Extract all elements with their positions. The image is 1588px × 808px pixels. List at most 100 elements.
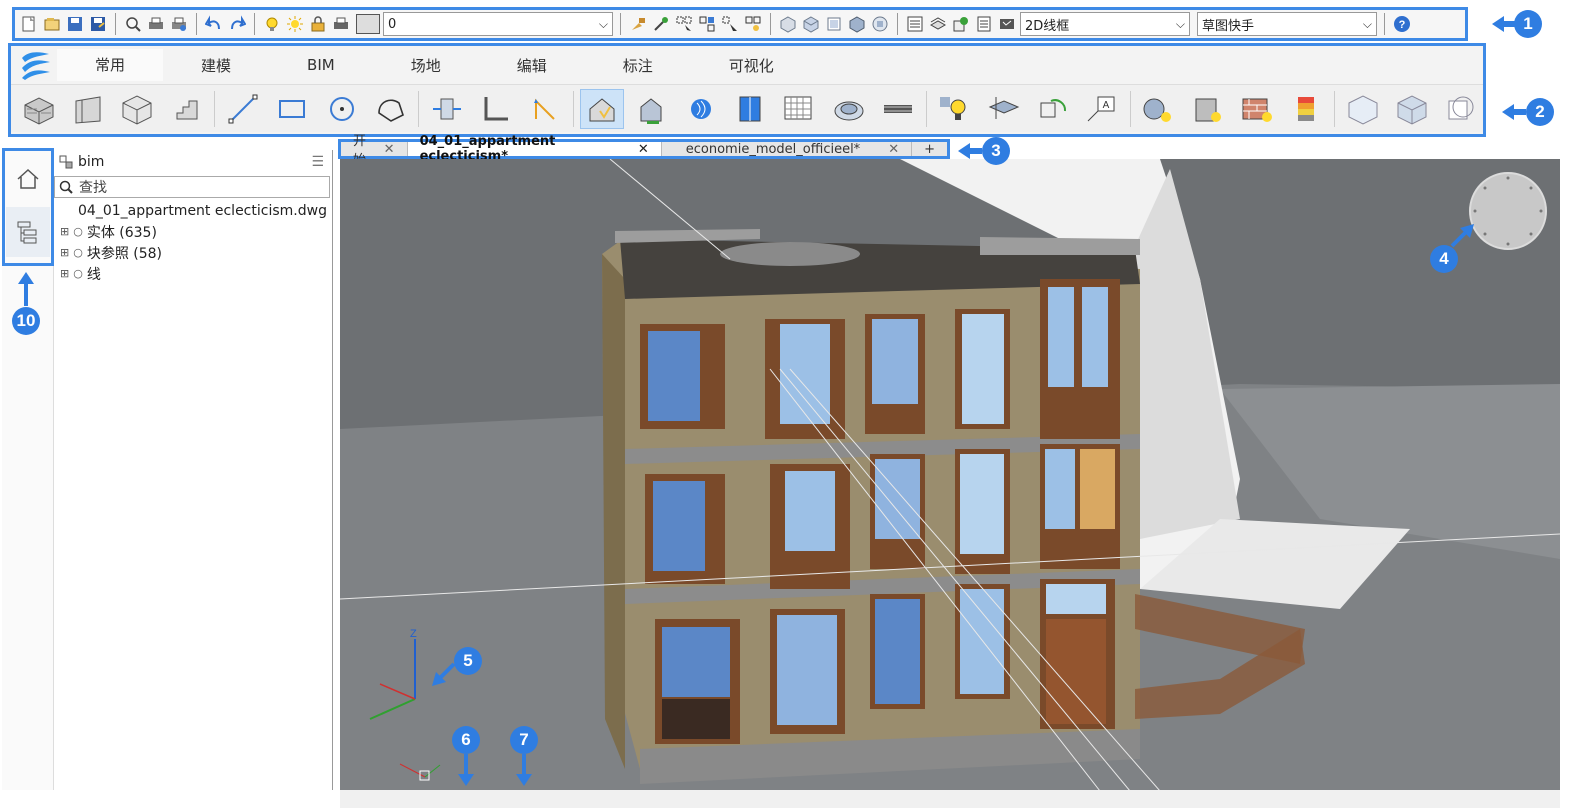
extrude-tool-icon[interactable] — [425, 89, 468, 129]
browser-header: bim ☰ — [54, 150, 332, 174]
separator — [897, 13, 898, 35]
structure-panel-button[interactable] — [6, 207, 50, 257]
view-named-icon[interactable] — [870, 14, 890, 34]
tab-edit[interactable]: 编辑 — [479, 49, 585, 81]
model-viewport[interactable]: Z — [340, 159, 1560, 791]
rectangle-tool-icon[interactable] — [271, 89, 314, 129]
search-icon — [59, 180, 73, 194]
save-icon[interactable] — [65, 14, 85, 34]
select-set-icon[interactable] — [743, 14, 763, 34]
render-tool-icon[interactable] — [1137, 89, 1180, 129]
publish-icon[interactable] — [169, 14, 189, 34]
workspace-dropdown[interactable]: 草图快手 ⌵ — [1197, 12, 1377, 36]
help-icon[interactable]: ? — [1392, 14, 1412, 34]
plot-icon[interactable] — [146, 14, 166, 34]
layer-color-swatch[interactable] — [356, 14, 380, 34]
expand-icon[interactable]: ⊞ — [60, 225, 69, 238]
ribbon: 常用 建模 BIM 场地 编辑 标注 可视化 A — [8, 43, 1486, 137]
wall-tool-icon[interactable] — [17, 89, 60, 129]
view-front-icon[interactable] — [801, 14, 821, 34]
view-cube-icon[interactable] — [1341, 89, 1384, 129]
spatial-tool-icon[interactable] — [679, 89, 722, 129]
tree-item[interactable]: ⊞ ○ 线 — [54, 263, 332, 284]
stair-tool-icon[interactable] — [165, 89, 208, 129]
eyedropper-icon[interactable] — [651, 14, 671, 34]
brick-material-icon[interactable] — [1235, 89, 1278, 129]
dimension-tool-icon[interactable] — [524, 89, 567, 129]
circle-tool-icon[interactable] — [320, 89, 363, 129]
navigation-wheel[interactable] — [1469, 172, 1547, 250]
view-cube-outline-icon[interactable] — [1440, 89, 1483, 129]
close-icon[interactable]: ✕ — [888, 142, 899, 157]
tree-file-node[interactable]: 04_01_appartment eclecticism.dwg — [54, 200, 332, 221]
expand-icon[interactable]: ⊞ — [60, 246, 69, 259]
close-icon[interactable]: ✕ — [638, 142, 649, 157]
layer-print-icon[interactable] — [331, 14, 351, 34]
tab-start[interactable]: 开始 ✕ — [341, 134, 408, 168]
beam-tool-icon[interactable] — [876, 89, 919, 129]
slab-tool-icon[interactable] — [66, 89, 109, 129]
undo-icon[interactable] — [204, 14, 224, 34]
layer-dropdown[interactable]: 0 ⌵ — [383, 12, 613, 36]
quick-select-icon[interactable] — [697, 14, 717, 34]
building-model-render: Z — [340, 159, 1560, 791]
tab-economie[interactable]: economie_model_officieel* ✕ — [662, 142, 913, 157]
fullscreen-icon[interactable] — [997, 14, 1017, 34]
material-tool-icon[interactable] — [1186, 89, 1229, 129]
new-file-icon[interactable] — [19, 14, 39, 34]
open-file-icon[interactable] — [42, 14, 62, 34]
new-tab-button[interactable]: + — [912, 142, 947, 157]
view-iso-icon[interactable] — [847, 14, 867, 34]
box-tool-icon[interactable] — [116, 89, 159, 129]
home-panel-button[interactable] — [6, 154, 50, 204]
terrain-tool-icon[interactable] — [827, 89, 870, 129]
text-tool-icon[interactable]: A — [1081, 89, 1124, 129]
tab-annotate[interactable]: 标注 — [585, 49, 691, 81]
section-tool-icon[interactable] — [982, 89, 1025, 129]
expand-icon[interactable]: ⊞ — [60, 267, 69, 280]
light-tool-icon[interactable] — [933, 89, 976, 129]
layer-value: 0 — [388, 16, 397, 32]
layer-on-icon[interactable] — [262, 14, 282, 34]
tab-appartment[interactable]: 04_01_appartment eclecticism* ✕ — [407, 134, 662, 164]
tab-modeling[interactable]: 建模 — [163, 49, 269, 81]
visual-style-dropdown[interactable]: 2D线框 ⌵ — [1020, 12, 1190, 36]
polyline-tool-icon[interactable] — [369, 89, 412, 129]
tree-item[interactable]: ⊞ ○ 实体 (635) — [54, 221, 332, 242]
window-tool-icon[interactable] — [728, 89, 771, 129]
close-icon[interactable]: ✕ — [384, 142, 395, 157]
select-filter-icon[interactable] — [720, 14, 740, 34]
browser-search-input[interactable]: 查找 — [54, 176, 330, 198]
grid-tool-icon[interactable] — [778, 89, 821, 129]
layer-lock-icon[interactable] — [308, 14, 328, 34]
side-panel-highlight — [2, 148, 54, 266]
tab-home[interactable]: 常用 — [57, 49, 164, 81]
tab-bim[interactable]: BIM — [269, 49, 373, 81]
rotate-tool-icon[interactable] — [1031, 89, 1074, 129]
line-tool-icon[interactable] — [221, 89, 264, 129]
layer-material-icon[interactable] — [1285, 89, 1328, 129]
view-side-icon[interactable] — [824, 14, 844, 34]
view-cube-shaded-icon[interactable] — [1390, 89, 1433, 129]
profile-tool-icon[interactable] — [475, 89, 518, 129]
callout-arrow-icon — [516, 754, 532, 786]
select-similar-icon[interactable] — [674, 14, 694, 34]
structure-icon — [59, 155, 73, 169]
match-properties-icon[interactable] — [628, 14, 648, 34]
tab-visualize[interactable]: 可视化 — [691, 49, 812, 81]
properties-icon[interactable] — [905, 14, 925, 34]
layer-freeze-icon[interactable] — [285, 14, 305, 34]
layers-icon[interactable] — [928, 14, 948, 34]
tab-site[interactable]: 场地 — [373, 49, 479, 81]
drawing-explorer-icon[interactable] — [951, 14, 971, 34]
save-as-icon[interactable] — [88, 14, 108, 34]
tree-item[interactable]: ⊞ ○ 块参照 (58) — [54, 242, 332, 263]
menu-icon[interactable]: ☰ — [311, 154, 324, 170]
settings-icon[interactable] — [974, 14, 994, 34]
home-icon — [17, 168, 39, 189]
print-preview-icon[interactable] — [123, 14, 143, 34]
redo-icon[interactable] — [227, 14, 247, 34]
bim-classify-icon[interactable] — [580, 88, 624, 129]
view-top-icon[interactable] — [778, 14, 798, 34]
building-tool-icon[interactable] — [630, 89, 673, 129]
